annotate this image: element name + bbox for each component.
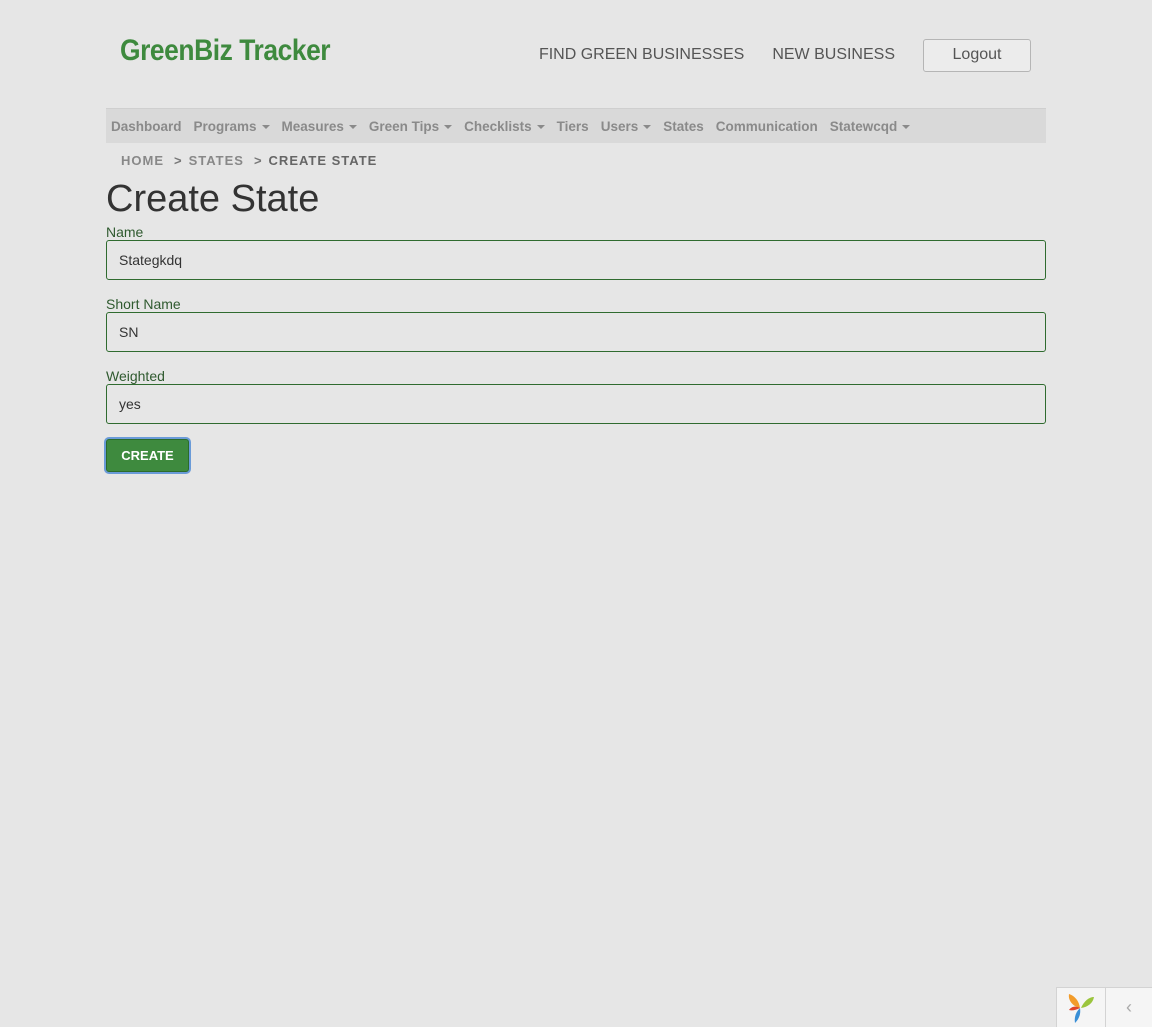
weighted-label: Weighted	[106, 368, 165, 384]
caret-down-icon	[348, 125, 357, 129]
site-header: GreenBiz Tracker FIND GREEN BUSINESSES N…	[0, 0, 1152, 100]
breadcrumb-home[interactable]: HOME	[121, 153, 164, 168]
yii-logo-svg	[1068, 994, 1094, 1023]
debug-toolbar: ‹	[1056, 987, 1152, 1027]
caret-down-icon	[902, 125, 911, 129]
caret-down-icon	[261, 125, 270, 129]
menu-item-measures[interactable]: Measures	[282, 119, 357, 134]
logout-button[interactable]: Logout	[923, 38, 1031, 72]
debug-toggle-chevron-left-icon[interactable]: ‹	[1106, 988, 1152, 1027]
caret-down-icon	[643, 125, 652, 129]
caret-down-icon	[536, 125, 545, 129]
top-nav: FIND GREEN BUSINESSES NEW BUSINESS Logou…	[539, 38, 1031, 72]
breadcrumb-separator: >	[253, 153, 263, 168]
menu-item-users[interactable]: Users	[601, 119, 652, 134]
new-business-link[interactable]: NEW BUSINESS	[772, 38, 895, 72]
menu-item-states[interactable]: States	[663, 119, 704, 134]
yii-logo-icon[interactable]	[1057, 988, 1106, 1027]
breadcrumb-separator: >	[174, 153, 183, 168]
menu-item-dashboard[interactable]: Dashboard	[111, 119, 182, 134]
main-menu: Dashboard Programs Measures Green Tips C…	[106, 108, 1046, 143]
site-logo[interactable]: GreenBiz Tracker	[120, 34, 331, 68]
weighted-input[interactable]	[106, 384, 1046, 424]
name-label: Name	[106, 224, 144, 240]
menu-item-statewcqd[interactable]: Statewcqd	[830, 119, 911, 134]
menu-item-communication[interactable]: Communication	[716, 119, 818, 134]
menu-item-checklists[interactable]: Checklists	[464, 119, 545, 134]
create-button[interactable]: CREATE	[106, 439, 189, 472]
breadcrumb-current: CREATE STATE	[268, 153, 378, 168]
page-title: Create State	[106, 178, 320, 220]
name-input[interactable]	[106, 240, 1046, 280]
menu-item-tiers[interactable]: Tiers	[557, 119, 589, 134]
short-name-input[interactable]	[106, 312, 1046, 352]
caret-down-icon	[444, 125, 453, 129]
menu-item-programs[interactable]: Programs	[194, 119, 270, 134]
breadcrumb: HOME > STATES > CREATE STATE	[121, 153, 377, 168]
short-name-label: Short Name	[106, 296, 181, 312]
breadcrumb-states[interactable]: STATES	[189, 153, 244, 168]
menu-item-green-tips[interactable]: Green Tips	[369, 119, 453, 134]
find-green-businesses-link[interactable]: FIND GREEN BUSINESSES	[539, 38, 744, 72]
